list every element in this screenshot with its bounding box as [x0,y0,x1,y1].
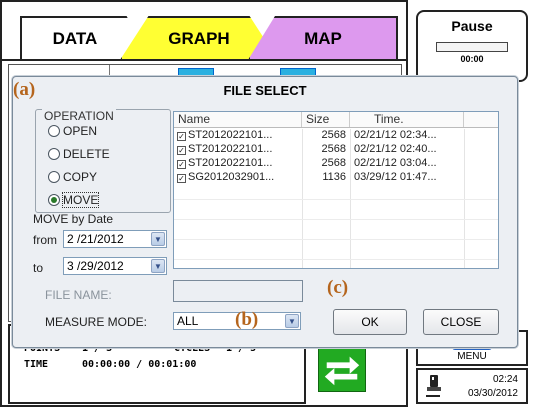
column-header-name[interactable]: Name [174,112,302,127]
table-row[interactable]: ✓ ST2012022101... 2568 02/21/12 02:34... [174,128,498,142]
radio-button[interactable] [48,148,60,160]
checkbox-checked[interactable]: ✓ [177,174,186,183]
file-select-dialog: FILE SELECT (a) OPERATION OPEN DELETE CO… [12,76,518,348]
file-name: SG2012032901... [188,171,275,183]
tab-map-label: MAP [304,29,342,48]
marker-b: (b) [235,309,259,330]
file-table: Name Size Time. ✓ ST2012022101... 2568 02… [173,111,499,269]
file-time: 02/21/12 03:04... [354,157,437,169]
radio-open-label: OPEN [63,124,98,138]
column-header-size[interactable]: Size [302,112,350,127]
clock-panel: 02:24 03/30/2012 [416,368,528,404]
chevron-down-icon[interactable]: ▼ [285,314,299,328]
to-date-value: 3 /29/2012 [67,259,124,273]
to-label: to [33,261,44,275]
radio-delete[interactable]: DELETE [48,147,110,161]
table-gridline [174,219,498,220]
table-header: Name Size Time. [174,112,498,128]
radio-open[interactable]: OPEN [48,124,97,138]
chevron-down-icon[interactable]: ▼ [151,259,165,273]
table-gridline [174,199,498,200]
table-row[interactable]: ✓ ST2012022101... 2568 02/21/12 03:04... [174,156,498,170]
radio-button-selected[interactable] [48,194,60,206]
swap-arrows-icon [324,356,360,386]
swap-arrows-button[interactable] [318,348,366,392]
close-button[interactable]: CLOSE [423,309,499,335]
tab-divider [2,59,406,61]
radio-copy-label: COPY [63,170,98,184]
pause-button[interactable]: Pause 00:00 [416,10,528,82]
time-label: TIME [24,358,49,370]
radio-move-label: MOVE [61,192,100,208]
radio-button[interactable] [48,125,60,137]
pause-label: Pause [451,18,493,34]
dialog-title: FILE SELECT [223,83,307,98]
tab-map[interactable]: MAP [248,16,398,60]
clock-time: 02:24 [492,374,518,385]
column-header-blank [464,112,498,127]
from-date-select[interactable]: 2 /21/2012 ▼ [63,230,167,248]
chevron-down-icon[interactable]: ▼ [151,232,165,246]
file-name: ST2012022101... [188,143,273,155]
file-name: ST2012022101... [188,129,273,141]
status-row-time: TIME 00:00:00 / 00:01:00 [24,356,290,372]
checkbox-checked[interactable]: ✓ [177,146,186,155]
file-time: 02/21/12 02:34... [354,129,437,141]
file-time: 03/29/12 01:47... [354,171,437,183]
to-date-select[interactable]: 3 /29/2012 ▼ [63,257,167,275]
file-size: 2568 [321,157,346,169]
checkbox-checked[interactable]: ✓ [177,160,186,169]
radio-button[interactable] [48,171,60,183]
radio-delete-label: DELETE [63,147,110,161]
time-value: 00:00:00 / 00:01:00 [82,358,197,370]
table-gridline [174,259,498,260]
file-name-label: FILE NAME: [45,288,112,302]
tab-data-label: DATA [52,29,98,48]
file-time: 02/21/12 02:40... [354,143,437,155]
move-by-date-label: MOVE by Date [33,212,114,226]
operation-title: OPERATION [42,109,116,123]
from-label: from [33,233,57,247]
clock-date: 03/30/2012 [467,388,518,399]
pause-time: 00:00 [460,54,484,64]
file-size: 2568 [321,129,346,141]
column-header-time[interactable]: Time. [350,112,464,127]
operation-group: OPERATION OPEN DELETE COPY MOVE [35,109,171,213]
marker-a: (a) [13,79,36,100]
usb-drive-icon [426,375,441,397]
file-name-input[interactable] [173,280,303,302]
ok-button[interactable]: OK [333,309,407,335]
pause-progress-bar [436,42,508,52]
checkbox-checked[interactable]: ✓ [177,132,186,141]
radio-move[interactable]: MOVE [48,192,100,208]
file-name: ST2012022101... [188,157,273,169]
file-size: 1136 [322,171,346,183]
table-row[interactable]: ✓ ST2012022101... 2568 02/21/12 02:40... [174,142,498,156]
radio-copy[interactable]: COPY [48,170,97,184]
file-size: 2568 [321,143,346,155]
marker-c: (c) [327,277,349,298]
tab-graph-label: GRAPH [168,29,230,48]
table-row[interactable]: ✓ SG2012032901... 1136 03/29/12 01:47... [174,170,498,184]
from-date-value: 2 /21/2012 [67,232,124,246]
measure-mode-label: MEASURE MODE: [45,315,148,329]
table-gridline [174,239,498,240]
measure-mode-value: ALL [177,314,199,328]
menu-label: MENU [457,351,487,362]
